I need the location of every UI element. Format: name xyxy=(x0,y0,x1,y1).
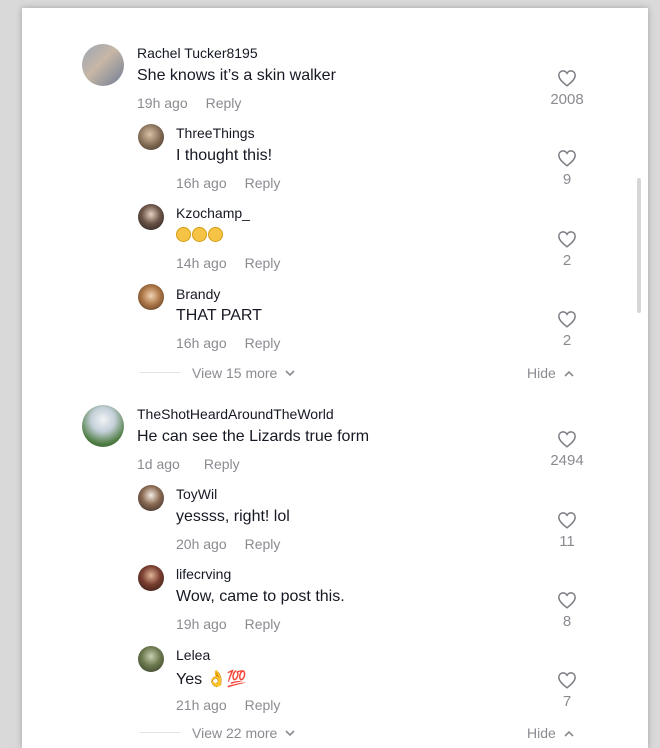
laughing-tears-emoji-icon xyxy=(192,227,207,242)
like-count: 2 xyxy=(562,252,572,269)
reply-meta: 19h ago Reply xyxy=(176,616,280,632)
reply-button[interactable]: Reply xyxy=(206,95,242,111)
avatar[interactable] xyxy=(138,565,164,591)
like-count: 2494 xyxy=(550,452,584,469)
scrollbar[interactable] xyxy=(637,178,641,313)
avatar[interactable] xyxy=(138,646,164,672)
comment-timestamp: 1d ago xyxy=(137,456,180,472)
reply-button[interactable]: Reply xyxy=(245,616,281,632)
view-more-replies-button[interactable]: View 15 more xyxy=(192,365,295,381)
reply-meta: 20h ago Reply xyxy=(176,536,280,552)
like-button[interactable]: 2494 xyxy=(537,430,597,469)
like-count: 11 xyxy=(559,533,575,550)
avatar[interactable] xyxy=(138,124,164,150)
like-button[interactable]: 11 xyxy=(537,511,597,550)
heart-outline-icon xyxy=(558,431,576,448)
reply-timestamp: 21h ago xyxy=(176,697,227,713)
like-button[interactable]: 9 xyxy=(537,149,597,188)
like-count: 2 xyxy=(562,332,572,349)
reply-button[interactable]: Reply xyxy=(245,697,281,713)
comment-text: She knows it’s a skin walker xyxy=(137,67,336,84)
heart-outline-icon xyxy=(558,311,576,328)
comment-username[interactable]: Rachel Tucker8195 xyxy=(137,45,258,61)
divider xyxy=(140,732,180,733)
avatar[interactable] xyxy=(138,485,164,511)
avatar[interactable] xyxy=(138,284,164,310)
like-button[interactable]: 7 xyxy=(537,671,597,710)
reply-text: Wow, came to post this. xyxy=(176,588,345,605)
heart-outline-icon xyxy=(558,70,576,87)
reply-timestamp: 16h ago xyxy=(176,175,227,191)
comment-meta: 19h ago Reply xyxy=(137,95,241,111)
reply-timestamp: 19h ago xyxy=(176,616,227,632)
hide-label: Hide xyxy=(527,365,556,381)
like-button[interactable]: 2 xyxy=(537,230,597,269)
reply-meta: 14h ago Reply xyxy=(176,255,280,271)
hide-label: Hide xyxy=(527,725,556,741)
laughing-tears-emoji-icon xyxy=(176,227,191,242)
comment-timestamp: 19h ago xyxy=(137,95,188,111)
heart-outline-icon xyxy=(558,672,576,689)
reply-button[interactable]: Reply xyxy=(245,536,281,552)
reply-timestamp: 14h ago xyxy=(176,255,227,271)
reply-text: yessss, right! lol xyxy=(176,508,290,525)
hide-replies-button[interactable]: Hide xyxy=(527,365,574,381)
heart-outline-icon xyxy=(558,231,576,248)
reply-text: Yes 👌💯 xyxy=(176,671,247,688)
avatar[interactable] xyxy=(82,405,124,447)
avatar[interactable] xyxy=(138,204,164,230)
avatar[interactable] xyxy=(82,44,124,86)
like-count: 8 xyxy=(562,613,572,630)
reply-meta: 16h ago Reply xyxy=(176,175,280,191)
heart-outline-icon xyxy=(558,512,576,529)
laughing-tears-emoji-icon xyxy=(208,227,223,242)
reply-username[interactable]: ThreeThings xyxy=(176,125,255,141)
view-more-label: View 22 more xyxy=(192,725,278,741)
like-button[interactable]: 2008 xyxy=(537,69,597,108)
reply-text: THAT PART xyxy=(176,307,262,324)
reply-username[interactable]: Brandy xyxy=(176,286,220,302)
reply-button[interactable]: Reply xyxy=(204,456,240,472)
reply-text: I thought this! xyxy=(176,147,273,164)
like-count: 7 xyxy=(562,693,572,710)
reply-username[interactable]: Lelea xyxy=(176,647,210,663)
reply-text xyxy=(176,227,224,246)
comments-panel: Rachel Tucker8195 She knows it’s a skin … xyxy=(22,8,648,748)
chevron-down-icon xyxy=(285,730,295,737)
divider xyxy=(140,372,180,373)
reply-timestamp: 20h ago xyxy=(176,536,227,552)
like-button[interactable]: 2 xyxy=(537,310,597,349)
chevron-up-icon xyxy=(564,370,574,377)
reply-button[interactable]: Reply xyxy=(245,335,281,351)
like-count: 2008 xyxy=(550,91,584,108)
reply-username[interactable]: lifecrving xyxy=(176,566,231,582)
hide-replies-button[interactable]: Hide xyxy=(527,725,574,741)
heart-outline-icon xyxy=(558,592,576,609)
reply-button[interactable]: Reply xyxy=(245,175,281,191)
comment-text: He can see the Lizards true form xyxy=(137,428,370,445)
reply-meta: 16h ago Reply xyxy=(176,335,280,351)
comment-meta: 1d ago Reply xyxy=(137,456,240,472)
chevron-down-icon xyxy=(285,370,295,377)
reply-meta: 21h ago Reply xyxy=(176,697,280,713)
comment-username[interactable]: TheShotHeardAroundTheWorld xyxy=(137,406,334,422)
like-button[interactable]: 8 xyxy=(537,591,597,630)
like-count: 9 xyxy=(562,171,572,188)
view-more-label: View 15 more xyxy=(192,365,278,381)
reply-username[interactable]: ToyWil xyxy=(176,486,217,502)
reply-username[interactable]: Kzochamp_ xyxy=(176,205,250,221)
chevron-up-icon xyxy=(564,730,574,737)
heart-outline-icon xyxy=(558,150,576,167)
reply-timestamp: 16h ago xyxy=(176,335,227,351)
reply-button[interactable]: Reply xyxy=(245,255,281,271)
view-more-replies-button[interactable]: View 22 more xyxy=(192,725,295,741)
